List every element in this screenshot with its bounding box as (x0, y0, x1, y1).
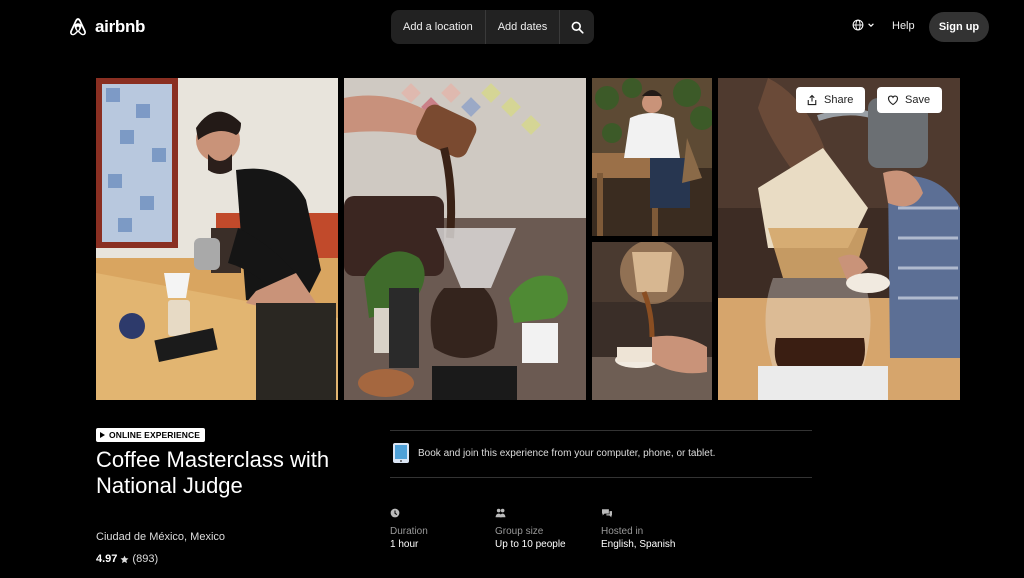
espresso-cup-image (592, 242, 712, 400)
chemex-pour-image (718, 78, 960, 400)
globe-icon (852, 19, 864, 31)
hosted-in-value: English, Spanish (601, 539, 676, 550)
sign-up-button[interactable]: Sign up (929, 12, 989, 42)
share-label: Share (824, 94, 854, 106)
location-search-field[interactable]: Add a location (391, 10, 486, 44)
search-bar[interactable]: Add a location Add dates (391, 10, 594, 44)
group-size-stat: Group size Up to 10 people (495, 505, 595, 550)
share-button[interactable]: Share (796, 87, 865, 113)
save-button[interactable]: Save (877, 87, 942, 113)
experience-title: Coffee Masterclass with National Judge (96, 447, 330, 498)
host-pouring-image (96, 78, 338, 400)
host-portrait-image (592, 78, 712, 236)
coffee-grounds-image (344, 78, 586, 400)
star-icon (120, 555, 129, 563)
duration-label: Duration (390, 526, 428, 537)
search-button[interactable] (560, 10, 594, 44)
rating-score: 4.97 (96, 553, 118, 565)
divider (390, 477, 812, 478)
airbnb-logo[interactable]: airbnb (67, 15, 145, 39)
language-selector[interactable] (852, 19, 875, 31)
photo-host-pouring[interactable] (96, 78, 338, 400)
experience-location[interactable]: Ciudad de México, Mexico (96, 531, 225, 543)
search-icon (571, 21, 584, 34)
chevron-down-icon (868, 23, 874, 28)
hosted-in-stat: Hosted in English, Spanish (601, 505, 701, 550)
tablet-icon (393, 443, 409, 463)
divider (390, 430, 812, 431)
brand-name: airbnb (95, 17, 146, 36)
heart-icon (887, 95, 899, 106)
clock-icon (390, 508, 400, 518)
badge-label: ONLINE EXPERIENCE (109, 430, 200, 440)
photo-host-portrait[interactable] (592, 78, 712, 236)
group-size-value: Up to 10 people (495, 539, 566, 550)
share-icon (807, 94, 817, 106)
duration-value: 1 hour (390, 539, 419, 550)
photo-chemex-pour[interactable] (718, 78, 960, 400)
booking-info-text: Book and join this experience from your … (418, 447, 716, 459)
rating-summary[interactable]: 4.97 (893) (96, 553, 158, 565)
duration-stat: Duration 1 hour (390, 505, 490, 550)
photo-espresso-cup[interactable] (592, 242, 712, 400)
hosted-in-label: Hosted in (601, 526, 644, 537)
booking-info-row: Book and join this experience from your … (392, 442, 715, 464)
photo-pouring-coffee-grounds[interactable] (344, 78, 586, 400)
help-link[interactable]: Help (892, 20, 915, 32)
airbnb-logo-icon (70, 18, 86, 36)
dates-search-field[interactable]: Add dates (486, 10, 561, 44)
review-count: (893) (132, 553, 159, 565)
people-icon (495, 508, 506, 518)
online-experience-badge: ONLINE EXPERIENCE (96, 428, 205, 442)
group-size-label: Group size (495, 526, 544, 537)
play-icon (100, 432, 105, 438)
chat-icon (602, 509, 612, 518)
save-label: Save (905, 94, 931, 106)
